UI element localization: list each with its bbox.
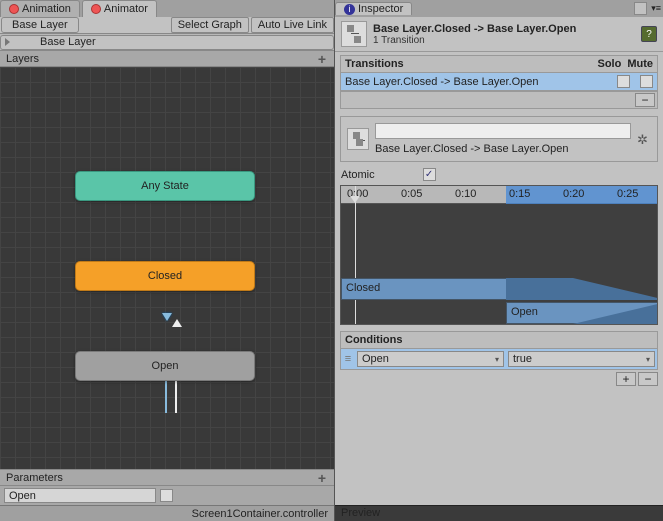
inspector-icon: i xyxy=(344,4,355,15)
animator-icon xyxy=(91,4,101,14)
layer-button[interactable]: Base Layer xyxy=(0,35,334,50)
preview-label: Preview xyxy=(341,507,380,519)
ruler-tick-5: 0:25 xyxy=(617,188,638,200)
transitions-header-label: Transitions xyxy=(345,58,404,70)
layers-header-label: Layers xyxy=(6,53,39,65)
add-condition-button[interactable]: + xyxy=(616,372,636,386)
transition-name-label: Base Layer.Closed -> Base Layer.Open xyxy=(375,143,631,155)
add-parameter-button[interactable]: + xyxy=(316,470,328,486)
node-closed-label: Closed xyxy=(148,270,182,282)
animator-graph[interactable]: Any State Closed Open xyxy=(0,67,334,469)
playhead[interactable] xyxy=(355,186,356,324)
clip-closed-label: Closed xyxy=(346,282,380,294)
transition-name-input[interactable] xyxy=(375,123,631,139)
ruler-tick-4: 0:20 xyxy=(563,188,584,200)
parameter-bool-checkbox[interactable] xyxy=(160,489,173,502)
transition-icon-small xyxy=(347,128,369,150)
transition-row[interactable]: Base Layer.Closed -> Base Layer.Open xyxy=(341,73,657,91)
ruler-tick-2: 0:10 xyxy=(455,188,476,200)
condition-row: ≡ Open ▾ true ▾ xyxy=(340,349,658,370)
play-icon xyxy=(5,38,10,46)
layer-bar: Base Layer xyxy=(0,34,334,51)
transition-name-box: Base Layer.Closed -> Base Layer.Open ✲ xyxy=(340,116,658,162)
animator-toolbar: Base Layer Select Graph Auto Live Link xyxy=(0,17,334,34)
clip-closed-fade xyxy=(506,278,658,300)
parameter-row xyxy=(0,486,334,505)
timeline-ruler[interactable]: 0:00 0:05 0:10 0:15 0:20 0:25 1 xyxy=(341,186,657,204)
node-any-label: Any State xyxy=(141,180,189,192)
panel-menu-button[interactable]: ▾≡ xyxy=(649,3,663,14)
status-text: Screen1Container.controller xyxy=(192,508,328,520)
tab-animator-label: Animator xyxy=(104,3,148,15)
transition-row-label: Base Layer.Closed -> Base Layer.Open xyxy=(345,76,539,88)
transition-arrow-up-icon[interactable] xyxy=(172,319,182,327)
add-layer-button[interactable]: + xyxy=(316,51,328,67)
node-closed[interactable]: Closed xyxy=(75,261,255,291)
inspector-header: Base Layer.Closed -> Base Layer.Open 1 T… xyxy=(335,17,663,52)
atomic-row: Atomic xyxy=(335,166,663,183)
layer-button-label: Base Layer xyxy=(40,36,96,48)
remove-condition-button[interactable]: − xyxy=(638,372,658,386)
status-bar: Screen1Container.controller xyxy=(0,505,334,521)
node-open[interactable]: Open xyxy=(75,351,255,381)
transitions-section: Transitions Solo Mute Base Layer.Closed … xyxy=(340,55,658,109)
transitions-header: Transitions Solo Mute xyxy=(340,55,658,73)
clip-open-fade xyxy=(506,302,658,324)
breadcrumb-base-layer[interactable]: Base Layer xyxy=(1,17,79,33)
transition-arrow-down-icon[interactable] xyxy=(162,313,172,321)
condition-param-dropdown[interactable]: Open ▾ xyxy=(357,351,504,367)
node-any-state[interactable]: Any State xyxy=(75,171,255,201)
remove-transition-button[interactable]: − xyxy=(635,93,655,107)
transition-icon xyxy=(341,21,367,47)
left-tab-row: Animation Animator xyxy=(0,0,334,17)
ruler-tick-1: 0:05 xyxy=(401,188,422,200)
mute-checkbox[interactable] xyxy=(640,75,653,88)
parameters-header-label: Parameters xyxy=(6,472,63,484)
parameters-header: Parameters + xyxy=(0,470,334,486)
conditions-header-label: Conditions xyxy=(345,334,402,346)
ruler-tick-3: 0:15 xyxy=(509,188,530,200)
clock-icon xyxy=(9,4,19,14)
parameter-name-input[interactable] xyxy=(4,488,156,503)
caret-down-icon: ▾ xyxy=(495,355,499,364)
drag-handle-icon[interactable]: ≡ xyxy=(343,353,353,365)
conditions-header: Conditions xyxy=(340,331,658,349)
right-tab-row: i Inspector ▾≡ xyxy=(335,0,663,17)
select-graph-button[interactable]: Select Graph xyxy=(171,17,249,33)
help-button[interactable]: ? xyxy=(641,26,657,42)
inspector-subtitle: 1 Transition xyxy=(373,35,635,46)
parameters-panel: Parameters + xyxy=(0,469,334,505)
tab-inspector[interactable]: i Inspector xyxy=(335,2,412,15)
atomic-label: Atomic xyxy=(341,169,375,181)
node-open-label: Open xyxy=(152,360,179,372)
mute-label: Mute xyxy=(627,58,653,70)
atomic-checkbox[interactable] xyxy=(423,168,436,181)
tab-inspector-label: Inspector xyxy=(358,3,403,15)
condition-value-dropdown[interactable]: true ▾ xyxy=(508,351,655,367)
solo-label: Solo xyxy=(597,58,621,70)
condition-value-label: true xyxy=(513,353,532,365)
caret-down-icon: ▾ xyxy=(646,355,650,364)
tab-animation-label: Animation xyxy=(22,3,71,15)
layers-header: Layers + xyxy=(0,51,334,67)
conditions-section: Conditions ≡ Open ▾ true ▾ + − xyxy=(340,331,658,388)
condition-param-label: Open xyxy=(362,353,389,365)
tab-animation[interactable]: Animation xyxy=(0,0,80,17)
preview-bar[interactable]: Preview xyxy=(335,505,663,521)
gear-icon[interactable]: ✲ xyxy=(637,132,651,146)
transition-timeline[interactable]: 0:00 0:05 0:10 0:15 0:20 0:25 1 Closed O… xyxy=(340,185,658,325)
tab-animator[interactable]: Animator xyxy=(82,0,157,17)
solo-checkbox[interactable] xyxy=(617,75,630,88)
lock-button[interactable] xyxy=(634,2,647,15)
inspector-title: Base Layer.Closed -> Base Layer.Open xyxy=(373,23,635,35)
auto-live-link-button[interactable]: Auto Live Link xyxy=(251,17,334,33)
ruler-tick-6: 1 xyxy=(657,188,658,200)
